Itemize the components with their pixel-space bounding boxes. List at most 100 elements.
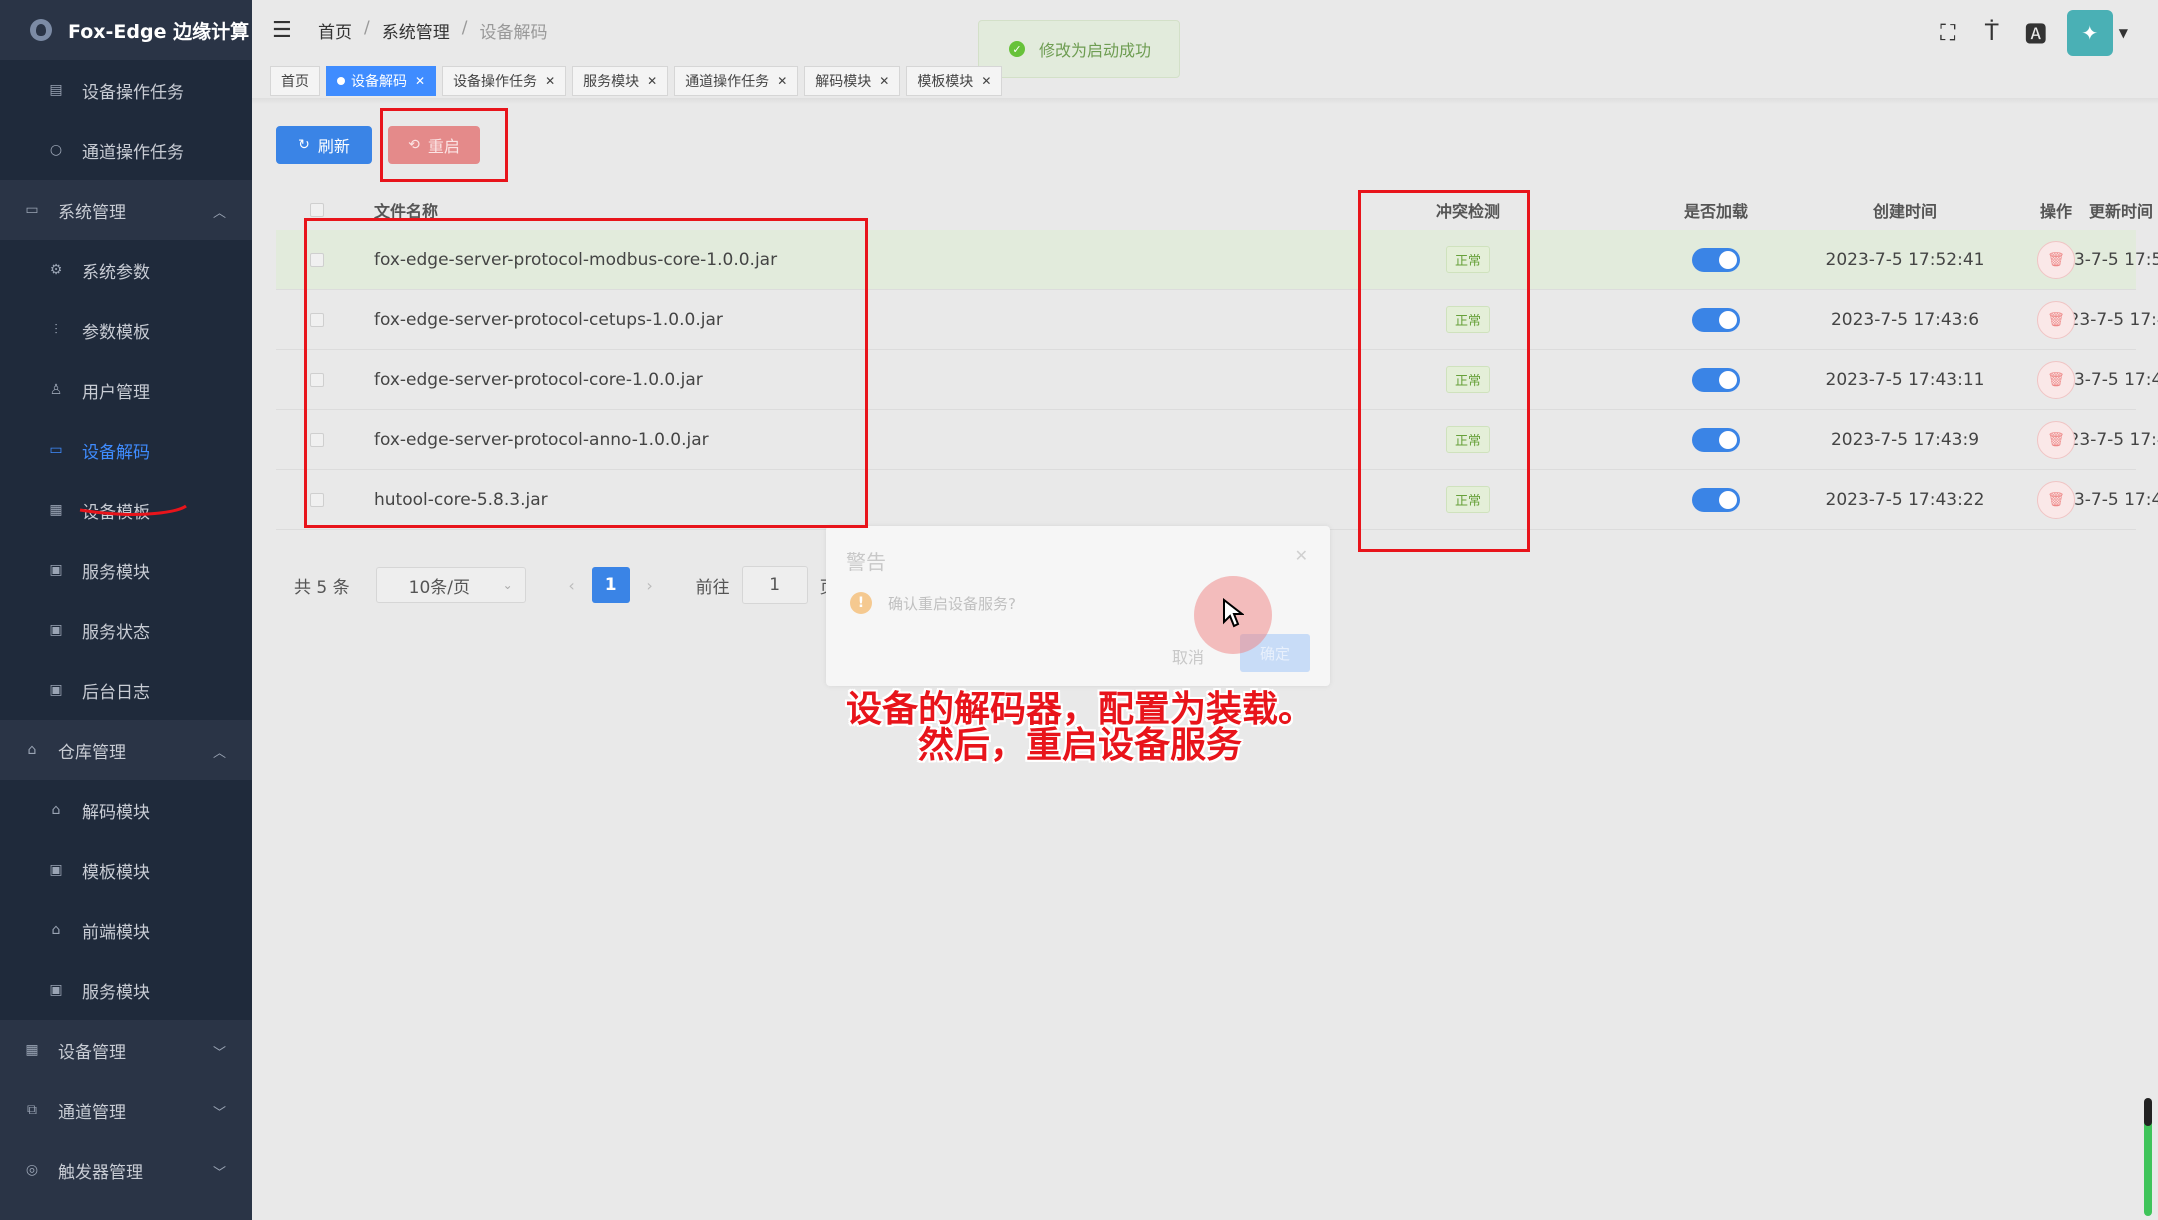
sidebar-item-label: 解码模块 — [82, 802, 150, 823]
tab-0[interactable]: 首页 — [270, 66, 320, 96]
red-underline-annotation — [79, 504, 187, 516]
close-icon[interactable]: ✕ — [545, 74, 555, 88]
prev-page-icon[interactable]: ‹ — [552, 576, 592, 595]
dialog-cancel-button[interactable]: 取消 — [1172, 644, 1204, 668]
loaded-toggle[interactable] — [1692, 487, 1740, 512]
brand[interactable]: Fox-Edge 边缘计算 — [0, 0, 252, 60]
delete-button[interactable]: 🗑 — [2037, 420, 2075, 459]
language-icon[interactable]: 🅰 — [2023, 17, 2049, 49]
sidebar-item-label: 仓库管理 — [58, 742, 126, 763]
tab-label: 服务模块 — [583, 74, 640, 90]
loaded-toggle[interactable] — [1692, 427, 1740, 452]
goto-page-input[interactable]: 1 — [741, 566, 808, 604]
tab-4[interactable]: 通道操作任务 ✕ — [674, 66, 799, 96]
sidebar-item-label: 通道管理 — [58, 1102, 126, 1123]
sidebar-item-3[interactable]: ⚙ 系统参数 — [0, 240, 252, 300]
caption-line-2: 然后，重启设备服务 — [917, 724, 1242, 766]
sidebar-item-label: 系统参数 — [82, 262, 150, 283]
delete-button[interactable]: 🗑 — [2037, 480, 2075, 519]
trash-icon: 🗑 — [2047, 251, 2065, 268]
sidebar-item-16[interactable]: ▦ 设备管理 ﹀ — [0, 1020, 252, 1080]
sidebar-item-2[interactable]: ▭ 系统管理 ︿ — [0, 180, 252, 240]
doc-icon: ▣ — [49, 682, 63, 698]
sidebar-item-15[interactable]: ▣ 服务模块 — [0, 960, 252, 1020]
sidebar-item-label: 触发器管理 — [58, 1162, 143, 1183]
breadcrumb-item-system[interactable]: 系统管理 — [382, 18, 450, 43]
page-size-select[interactable]: 10条/页 ⌄ — [375, 567, 526, 603]
tab-5[interactable]: 解码模块 ✕ — [804, 66, 901, 96]
success-toast: ✓ 修改为启动成功 — [978, 20, 1180, 78]
home-icon: ⌂ — [51, 922, 61, 938]
sidebar-item-label: 模板模块 — [82, 862, 150, 883]
sidebar-item-10[interactable]: ▣ 后台日志 — [0, 660, 252, 720]
created-time: 2023-7-5 17:52:41 — [1825, 249, 1985, 270]
home-icon: ⌂ — [51, 802, 61, 818]
sidebar-item-12[interactable]: ⌂ 解码模块 — [0, 780, 252, 840]
next-page-icon[interactable]: › — [630, 576, 670, 595]
sidebar-item-4[interactable]: ⫶ 参数模板 — [0, 300, 252, 360]
loaded-toggle[interactable] — [1692, 247, 1740, 272]
sidebar: Fox-Edge 边缘计算 ▤ 设备操作任务 ○ 通道操作任务 ▭ 系统管理 ︿ ⚙ 系统参数 ⫶… — [0, 0, 252, 1220]
active-dot-icon — [337, 77, 345, 85]
refresh-button[interactable]: ↻ 刷新 — [276, 126, 372, 164]
close-icon[interactable]: ✕ — [415, 74, 425, 88]
close-icon[interactable]: ✕ — [647, 74, 657, 88]
grid-icon: ▦ — [25, 1042, 39, 1058]
sidebar-item-label: 前端模块 — [82, 922, 150, 943]
sidebar-item-label: 服务状态 — [82, 622, 150, 643]
delete-button[interactable]: 🗑 — [2037, 300, 2075, 339]
home-icon: ⌂ — [27, 742, 37, 758]
gear-icon: ⚙ — [49, 262, 63, 278]
sidebar-item-9[interactable]: ▣ 服务状态 — [0, 600, 252, 660]
sidebar-item-6[interactable]: ▭ 设备解码 — [0, 420, 252, 480]
app-title: Fox-Edge 边缘计算 — [68, 20, 250, 43]
loaded-toggle[interactable] — [1692, 367, 1740, 392]
breadcrumb-item-current: 设备解码 — [479, 22, 548, 43]
delete-button[interactable]: 🗑 — [2037, 360, 2075, 399]
chevron-up-icon: ︿ — [212, 206, 226, 221]
fullscreen-icon[interactable]: ⛶ — [1935, 21, 1961, 46]
sidebar-item-8[interactable]: ▣ 服务模块 — [0, 540, 252, 600]
sidebar-item-18[interactable]: ◎ 触发器管理 ﹀ — [0, 1140, 252, 1200]
menu-toggle-icon[interactable]: ☰ — [272, 18, 294, 43]
sidebar-item-17[interactable]: ⧉ 通道管理 ﹀ — [0, 1080, 252, 1140]
avatar-caret-icon[interactable]: ▼ — [2119, 26, 2128, 40]
refresh-icon: ↻ — [298, 137, 310, 153]
sidebar-item-0[interactable]: ▤ 设备操作任务 — [0, 60, 252, 120]
op-cell: 🗑 — [2006, 350, 2106, 409]
sidebar-item-5[interactable]: ♙ 用户管理 — [0, 360, 252, 420]
tab-divider — [252, 98, 2158, 104]
sidebar-item-14[interactable]: ⌂ 前端模块 — [0, 900, 252, 960]
tab-6[interactable]: 模板模块 ✕ — [906, 66, 1003, 96]
header-created: 创建时间 — [1872, 202, 1937, 221]
doc-icon: ▣ — [49, 622, 63, 638]
select-all-checkbox[interactable] — [310, 203, 324, 217]
doc-icon: ▣ — [49, 562, 63, 578]
tab-label: 模板模块 — [917, 74, 974, 90]
close-icon[interactable]: ✕ — [777, 74, 787, 88]
loaded-toggle[interactable] — [1692, 307, 1740, 332]
page-scrollbar[interactable] — [2144, 1098, 2152, 1216]
sidebar-item-1[interactable]: ○ 通道操作任务 — [0, 120, 252, 180]
loaded-cell — [1636, 290, 1796, 349]
sidebar-item-label: 服务模块 — [82, 562, 150, 583]
sidebar-item-label: 设备管理 — [58, 1042, 126, 1063]
created-time: 2023-7-5 17:43:6 — [1830, 309, 1980, 330]
loaded-cell — [1636, 470, 1796, 529]
page-number-current[interactable]: 1 — [591, 567, 630, 603]
avatar[interactable]: ✦ — [2066, 10, 2113, 56]
sidebar-item-13[interactable]: ▣ 模板模块 — [0, 840, 252, 900]
page-size-value: 10条/页 — [408, 577, 470, 598]
breadcrumb-item-home[interactable]: 首页 — [318, 18, 352, 43]
delete-button[interactable]: 🗑 — [2037, 240, 2075, 279]
tab-3[interactable]: 服务模块 ✕ — [572, 66, 669, 96]
font-size-icon[interactable]: Ṫ — [1979, 21, 2005, 46]
sidebar-item-label: 通道操作任务 — [82, 142, 184, 163]
loaded-cell — [1636, 350, 1796, 409]
close-icon[interactable]: ✕ — [879, 74, 889, 88]
close-icon[interactable]: ✕ — [981, 74, 991, 88]
close-icon[interactable]: ✕ — [1295, 546, 1308, 565]
tab-1[interactable]: 设备解码 ✕ — [326, 66, 437, 96]
tab-2[interactable]: 设备操作任务 ✕ — [442, 66, 567, 96]
sidebar-item-11[interactable]: ⌂ 仓库管理 ︿ — [0, 720, 252, 780]
